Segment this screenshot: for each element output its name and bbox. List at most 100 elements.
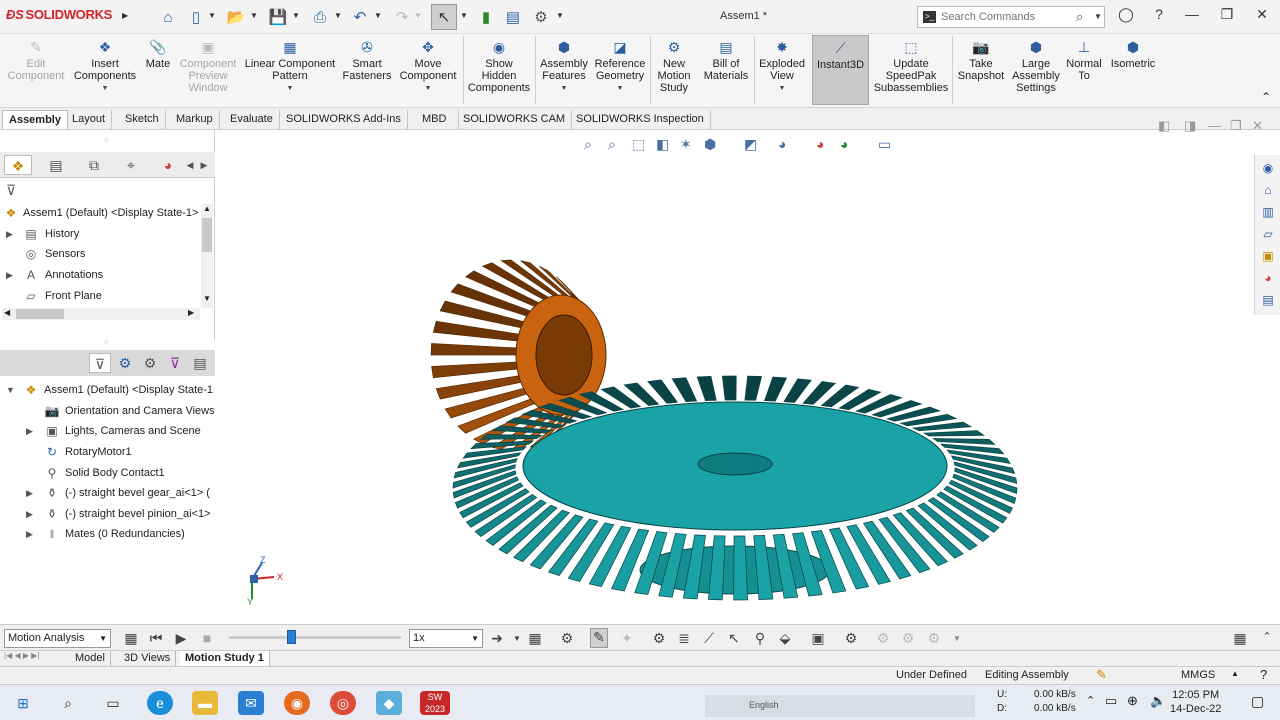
open-dropdown-icon[interactable]: ▼	[250, 11, 258, 20]
tree-vertical-scrollbar[interactable]: ▲ ▼	[201, 204, 213, 308]
contact-icon[interactable]: ⚲	[751, 630, 769, 647]
tree-item-annotations[interactable]: ▶ A Annotations	[0, 265, 200, 285]
motion-tree-item-gear[interactable]: ▶ ⚱ (-) straight bevel gear_ai<1> (	[0, 483, 215, 503]
update-speedpak-button[interactable]: ⬚ Update SpeedPak Subassemblies	[873, 38, 949, 94]
assembly-features-button[interactable]: ⬢ Assembly Features ▼	[538, 38, 590, 95]
minimize-icon[interactable]: —	[1180, 6, 1204, 22]
stop-icon[interactable]: ■	[198, 630, 216, 646]
dimxpert-tab-icon[interactable]: ⌖	[117, 155, 145, 175]
motion-tree-item-pinion[interactable]: ▶ ⚱ (-) straight bevel pinion_ai<1>	[0, 504, 215, 524]
search-icon[interactable]: ⌕	[1076, 9, 1083, 25]
motion-manager-toggle-icon[interactable]: ⌃	[1258, 630, 1276, 643]
filter-driving-icon[interactable]: ⚙	[139, 353, 161, 373]
tab-3d-views[interactable]: 3D Views	[119, 651, 177, 666]
tab-solidworks-inspection[interactable]: SOLIDWORKS Inspection	[570, 110, 711, 129]
help-icon[interactable]: ?	[1147, 6, 1171, 22]
taskbar-clock[interactable]: 12:05 PM 14-Dec-22	[1170, 688, 1221, 716]
play-icon[interactable]: ▶	[172, 630, 190, 647]
mail-icon[interactable]: ✉	[238, 691, 264, 715]
appearances-icon[interactable]: ▣	[1259, 247, 1277, 265]
tab-evaluate[interactable]: Evaluate	[224, 110, 280, 129]
spring-icon[interactable]: ≣	[675, 630, 693, 647]
file-explorer-icon[interactable]: ▬	[192, 691, 218, 715]
expand-arrow-icon[interactable]: ▶	[26, 504, 33, 524]
rebuild-status-icon[interactable]: ✎	[1096, 667, 1107, 683]
configurationmanager-tab-icon[interactable]: ⧉	[80, 155, 108, 175]
tabs-scroll-right-icon[interactable]: ▶	[198, 155, 210, 175]
displaymanager-tab-icon[interactable]: ◕	[154, 155, 182, 175]
save-dropdown-icon[interactable]: ▼	[292, 11, 300, 20]
filter-icon[interactable]: ⊽	[6, 182, 16, 199]
large-assembly-settings-button[interactable]: ⬢ Large Assembly Settings	[1009, 38, 1063, 94]
tab-solidworks-add-ins[interactable]: SOLIDWORKS Add-Ins	[280, 110, 408, 129]
tab-sketch[interactable]: Sketch	[119, 110, 166, 129]
custom-properties-icon[interactable]: ▤	[1259, 291, 1277, 309]
app-icon[interactable]: ◆	[376, 691, 402, 715]
unit-system[interactable]: MMGS	[1181, 669, 1215, 681]
expand-arrow-icon[interactable]: ▶	[26, 524, 33, 544]
animation-wizard-icon[interactable]: ⚙	[558, 630, 576, 647]
isometric-button[interactable]: ⬢ Isometric	[1108, 38, 1158, 70]
motion-tree-item-lights[interactable]: ▶ ▣ Lights, Cameras and Scene	[0, 421, 215, 441]
rebuild-traffic-light-icon[interactable]: ▮	[476, 7, 496, 27]
solidworks-taskbar-icon[interactable]: SW 2023	[420, 691, 450, 715]
collapse-motion-manager-icon[interactable]: ▦	[1231, 630, 1249, 647]
edit-component-button[interactable]: ✎ Edit Component	[4, 38, 68, 82]
select-icon[interactable]: ↖	[431, 4, 457, 30]
show-hidden-components-button[interactable]: ◉ Show Hidden Components	[466, 38, 532, 94]
firefox-icon[interactable]: ◉	[284, 691, 310, 715]
simulation-options-icon[interactable]: ⚙	[925, 630, 943, 647]
options-dropdown-icon[interactable]: ▼	[556, 11, 564, 20]
tree-item-sensors[interactable]: ◎ Sensors	[0, 244, 200, 264]
file-explorer-icon[interactable]: ▥	[1259, 203, 1277, 221]
tree-horizontal-scrollbar[interactable]: ◀ ▶	[2, 308, 200, 320]
task-view-icon[interactable]: ▭	[100, 691, 126, 715]
exploded-view-button[interactable]: ✸ Exploded View ▼	[756, 38, 808, 95]
motion-tree-item-mates[interactable]: ▶ ⧛ Mates (0 Redundancies)	[0, 524, 215, 544]
tab-motion-study-1[interactable]: Motion Study 1	[180, 651, 270, 666]
scroll-down-icon[interactable]: ▼	[203, 294, 211, 303]
redo-dropdown-icon[interactable]: ▼	[414, 11, 422, 20]
playback-slider[interactable]	[229, 630, 401, 644]
graphics-area[interactable]: ⌕ ⌕ ⬚ ◧ ✶ ⬢ ◩ ◕ ◕ ◕ ▭ ◧ ◨ — ❐ ✕ X Y Z	[216, 118, 1263, 624]
tree-item-root[interactable]: ❖ Assem1 (Default) <Display State-1>	[0, 203, 200, 223]
help-quick-tip-icon[interactable]: ?	[1260, 667, 1267, 682]
results-and-plots-icon[interactable]: ▣	[809, 630, 827, 647]
playback-speed-select[interactable]: 1x ▼	[409, 629, 483, 648]
volume-icon[interactable]: 🔈	[1150, 693, 1166, 709]
bill-of-materials-button[interactable]: ▤ Bill of Materials	[700, 38, 752, 82]
play-from-start-icon[interactable]: ⏮	[147, 630, 165, 647]
featuremanager-tab-icon[interactable]: ❖	[4, 155, 32, 175]
expand-arrow-icon[interactable]: ▶	[26, 483, 33, 503]
filter-results-icon[interactable]: ▤	[189, 353, 211, 373]
redo-icon[interactable]: ↷	[392, 7, 412, 27]
expand-arrow-icon[interactable]: ▶	[6, 265, 13, 285]
new-document-icon[interactable]: ▯	[186, 7, 206, 27]
motion-tree-item-root[interactable]: ▼ ❖ Assem1 (Default) <Display State-1	[0, 380, 215, 400]
motion-tree-item-contact[interactable]: ⚲ Solid Body Contact1	[0, 463, 215, 483]
unit-system-dropdown-icon[interactable]: ▲	[1231, 669, 1239, 678]
mate-button[interactable]: 📎 Mate	[142, 38, 174, 70]
tab-solidworks-cam[interactable]: SOLIDWORKS CAM	[457, 110, 573, 129]
network-icon[interactable]: ⊕	[1127, 693, 1138, 709]
panel-grip-icon[interactable]: ⁘	[103, 136, 110, 145]
normal-to-button[interactable]: ⊥ Normal To	[1064, 38, 1104, 82]
restore-icon[interactable]: ❐	[1215, 6, 1239, 23]
propertymanager-tab-icon[interactable]: ▤	[42, 155, 70, 175]
new-motion-study-button[interactable]: ⚙ New Motion Study	[652, 38, 696, 94]
user-account-icon[interactable]: ◯	[1114, 6, 1138, 23]
design-library-icon[interactable]: ⌂	[1259, 181, 1277, 199]
linear-component-pattern-button[interactable]: ▦ Linear Component Pattern ▼	[244, 38, 336, 95]
move-component-button[interactable]: ✥ Move Component ▼	[398, 38, 458, 95]
windows-start-icon[interactable]: ⊞	[10, 691, 36, 715]
tabs-scroll-left-icon[interactable]: ◀	[184, 155, 196, 175]
reference-geometry-button[interactable]: ◪ Reference Geometry ▼	[592, 38, 648, 95]
force-icon[interactable]: ↖	[725, 630, 743, 647]
file-properties-icon[interactable]: ▤	[503, 7, 523, 27]
collapse-ribbon-icon[interactable]: ⌃	[1261, 90, 1271, 104]
motion-filter-icon[interactable]: ⊽	[89, 353, 111, 373]
edge-browser-icon[interactable]: e	[147, 691, 173, 715]
battery-icon[interactable]: ▭	[1105, 693, 1117, 709]
add-key-icon[interactable]: ✦	[618, 630, 636, 647]
language-toolbar[interactable]: English	[705, 695, 975, 717]
